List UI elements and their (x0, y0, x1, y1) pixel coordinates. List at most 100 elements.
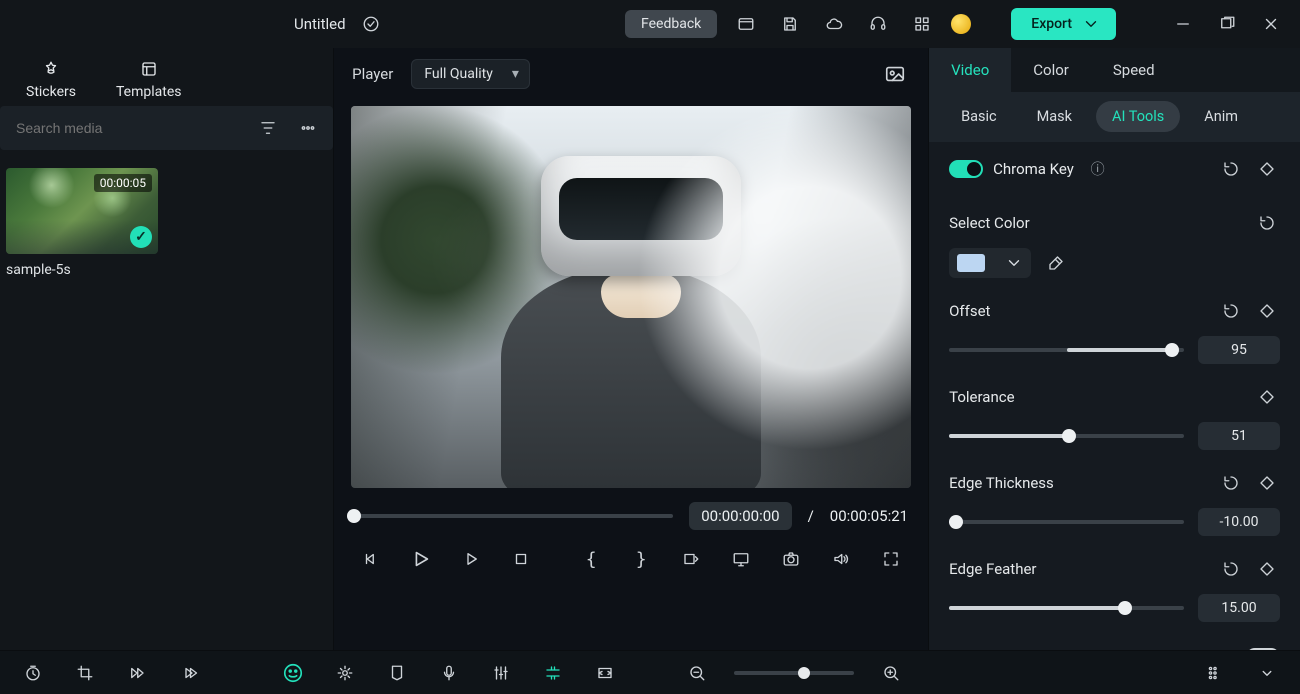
zoom-slider[interactable] (734, 671, 854, 675)
zoom-in-icon[interactable] (876, 658, 906, 688)
title-bar: Untitled Feedback Export (0, 0, 1300, 48)
feedback-button[interactable]: Feedback (625, 10, 717, 38)
aspect-ratio-icon[interactable] (676, 544, 706, 574)
subtab-ai-tools[interactable]: AI Tools (1096, 101, 1180, 132)
marker-icon[interactable] (382, 658, 412, 688)
minimize-window-icon[interactable] (1168, 9, 1198, 39)
tolerance-value[interactable]: 51 (1198, 422, 1280, 450)
alpha-channel-toggle[interactable] (1246, 648, 1280, 650)
reset-icon[interactable] (1218, 470, 1244, 496)
playhead-scrubber[interactable] (354, 514, 673, 518)
tab-video[interactable]: Video (929, 48, 1011, 92)
eyedropper-icon[interactable] (1043, 250, 1069, 276)
sticker-icon (42, 60, 60, 78)
account-avatar-icon[interactable] (951, 14, 971, 34)
track-manage-icon[interactable] (1200, 658, 1230, 688)
tolerance-slider[interactable] (949, 434, 1184, 438)
reset-icon[interactable] (1218, 556, 1244, 582)
save-icon[interactable] (775, 9, 805, 39)
more-tools-icon[interactable] (174, 658, 204, 688)
edge-feather-value[interactable]: 15.00 (1198, 594, 1280, 622)
close-window-icon[interactable] (1256, 9, 1286, 39)
reset-icon[interactable] (1218, 156, 1244, 182)
media-clip-thumb[interactable]: 00:00:05 ✓ (6, 168, 158, 254)
voiceover-icon[interactable] (434, 658, 464, 688)
maximize-window-icon[interactable] (1212, 9, 1242, 39)
stop-icon[interactable] (506, 544, 536, 574)
keyframe-icon[interactable] (1254, 470, 1280, 496)
color-swatch (957, 254, 985, 272)
camera-icon[interactable] (776, 544, 806, 574)
alpha-channel-label: Alpha Channel (949, 648, 1246, 650)
chevron-down-icon (1005, 254, 1023, 272)
reset-icon[interactable] (1218, 298, 1244, 324)
timer-icon[interactable] (18, 658, 48, 688)
preview-panel: Player Full Quality 00:00:00:00 / 00:00:… (334, 48, 928, 650)
edge-thickness-slider[interactable] (949, 520, 1184, 524)
offset-value[interactable]: 95 (1198, 336, 1280, 364)
player-label: Player (352, 65, 393, 83)
export-label: Export (1031, 16, 1072, 32)
tab-templates[interactable]: Templates (116, 60, 182, 100)
mark-in-icon[interactable]: { (576, 544, 606, 574)
keyframe-icon[interactable] (1254, 384, 1280, 410)
current-time: 00:00:00:00 (689, 502, 791, 530)
quality-select[interactable]: Full Quality (411, 59, 530, 89)
edge-thickness-label: Edge Thickness (949, 474, 1208, 492)
track-options-icon[interactable] (1252, 658, 1282, 688)
apps-grid-icon[interactable] (907, 9, 937, 39)
crop-icon[interactable] (70, 658, 100, 688)
edge-feather-slider[interactable] (949, 606, 1184, 610)
tab-stickers[interactable]: Stickers (26, 60, 76, 100)
fullscreen-icon[interactable] (876, 544, 906, 574)
offset-label: Offset (949, 302, 1208, 320)
subtab-mask[interactable]: Mask (1021, 101, 1088, 132)
volume-icon[interactable] (826, 544, 856, 574)
zoom-out-icon[interactable] (682, 658, 712, 688)
filter-icon[interactable] (253, 113, 283, 143)
play-pause-icon[interactable] (406, 544, 436, 574)
subtab-basic[interactable]: Basic (945, 101, 1013, 132)
clip-name-label: sample-5s (6, 262, 327, 278)
search-media-input[interactable] (10, 112, 243, 144)
chroma-key-toggle[interactable] (949, 160, 983, 178)
speed-icon[interactable] (122, 658, 152, 688)
keyframe-icon[interactable] (1254, 556, 1280, 582)
subtab-animation[interactable]: Anim (1188, 101, 1254, 132)
audio-mixer-icon[interactable] (486, 658, 516, 688)
mark-out-icon[interactable]: } (626, 544, 656, 574)
media-library-panel: Stickers Templates 00:00:05 ✓ sample-5s (0, 48, 334, 650)
more-icon[interactable] (293, 113, 323, 143)
sparkle-icon[interactable] (330, 658, 360, 688)
next-frame-icon[interactable] (456, 544, 486, 574)
search-media-row (0, 106, 333, 150)
tab-speed[interactable]: Speed (1091, 48, 1177, 92)
keyframe-icon[interactable] (1254, 156, 1280, 182)
export-button[interactable]: Export (1011, 8, 1116, 40)
snapshot-icon[interactable] (880, 59, 910, 89)
total-time: 00:00:05:21 (830, 507, 908, 525)
clip-duration-badge: 00:00:05 (94, 174, 152, 192)
fit-icon[interactable] (590, 658, 620, 688)
cloud-icon[interactable] (819, 9, 849, 39)
offset-slider[interactable] (949, 348, 1184, 352)
properties-panel: Video Color Speed Basic Mask AI Tools An… (928, 48, 1300, 650)
auto-cut-icon[interactable] (538, 658, 568, 688)
ai-effect-icon[interactable] (278, 658, 308, 688)
color-swatch-dropdown[interactable] (949, 248, 1031, 278)
tab-color[interactable]: Color (1011, 48, 1091, 92)
tab-stickers-label: Stickers (26, 84, 76, 100)
edge-thickness-value[interactable]: -10.00 (1198, 508, 1280, 536)
help-icon[interactable]: ⓘ (1091, 159, 1105, 179)
display-icon[interactable] (726, 544, 756, 574)
timeline-toolbar (0, 650, 1300, 694)
support-icon[interactable] (863, 9, 893, 39)
prev-frame-icon[interactable] (356, 544, 386, 574)
quality-value: Full Quality (424, 66, 493, 82)
layout-icon[interactable] (731, 9, 761, 39)
keyframe-icon[interactable] (1254, 298, 1280, 324)
video-preview[interactable] (351, 106, 911, 488)
chroma-key-label: Chroma Key (993, 160, 1086, 178)
feedback-label: Feedback (641, 16, 701, 32)
reset-icon[interactable] (1254, 210, 1280, 236)
